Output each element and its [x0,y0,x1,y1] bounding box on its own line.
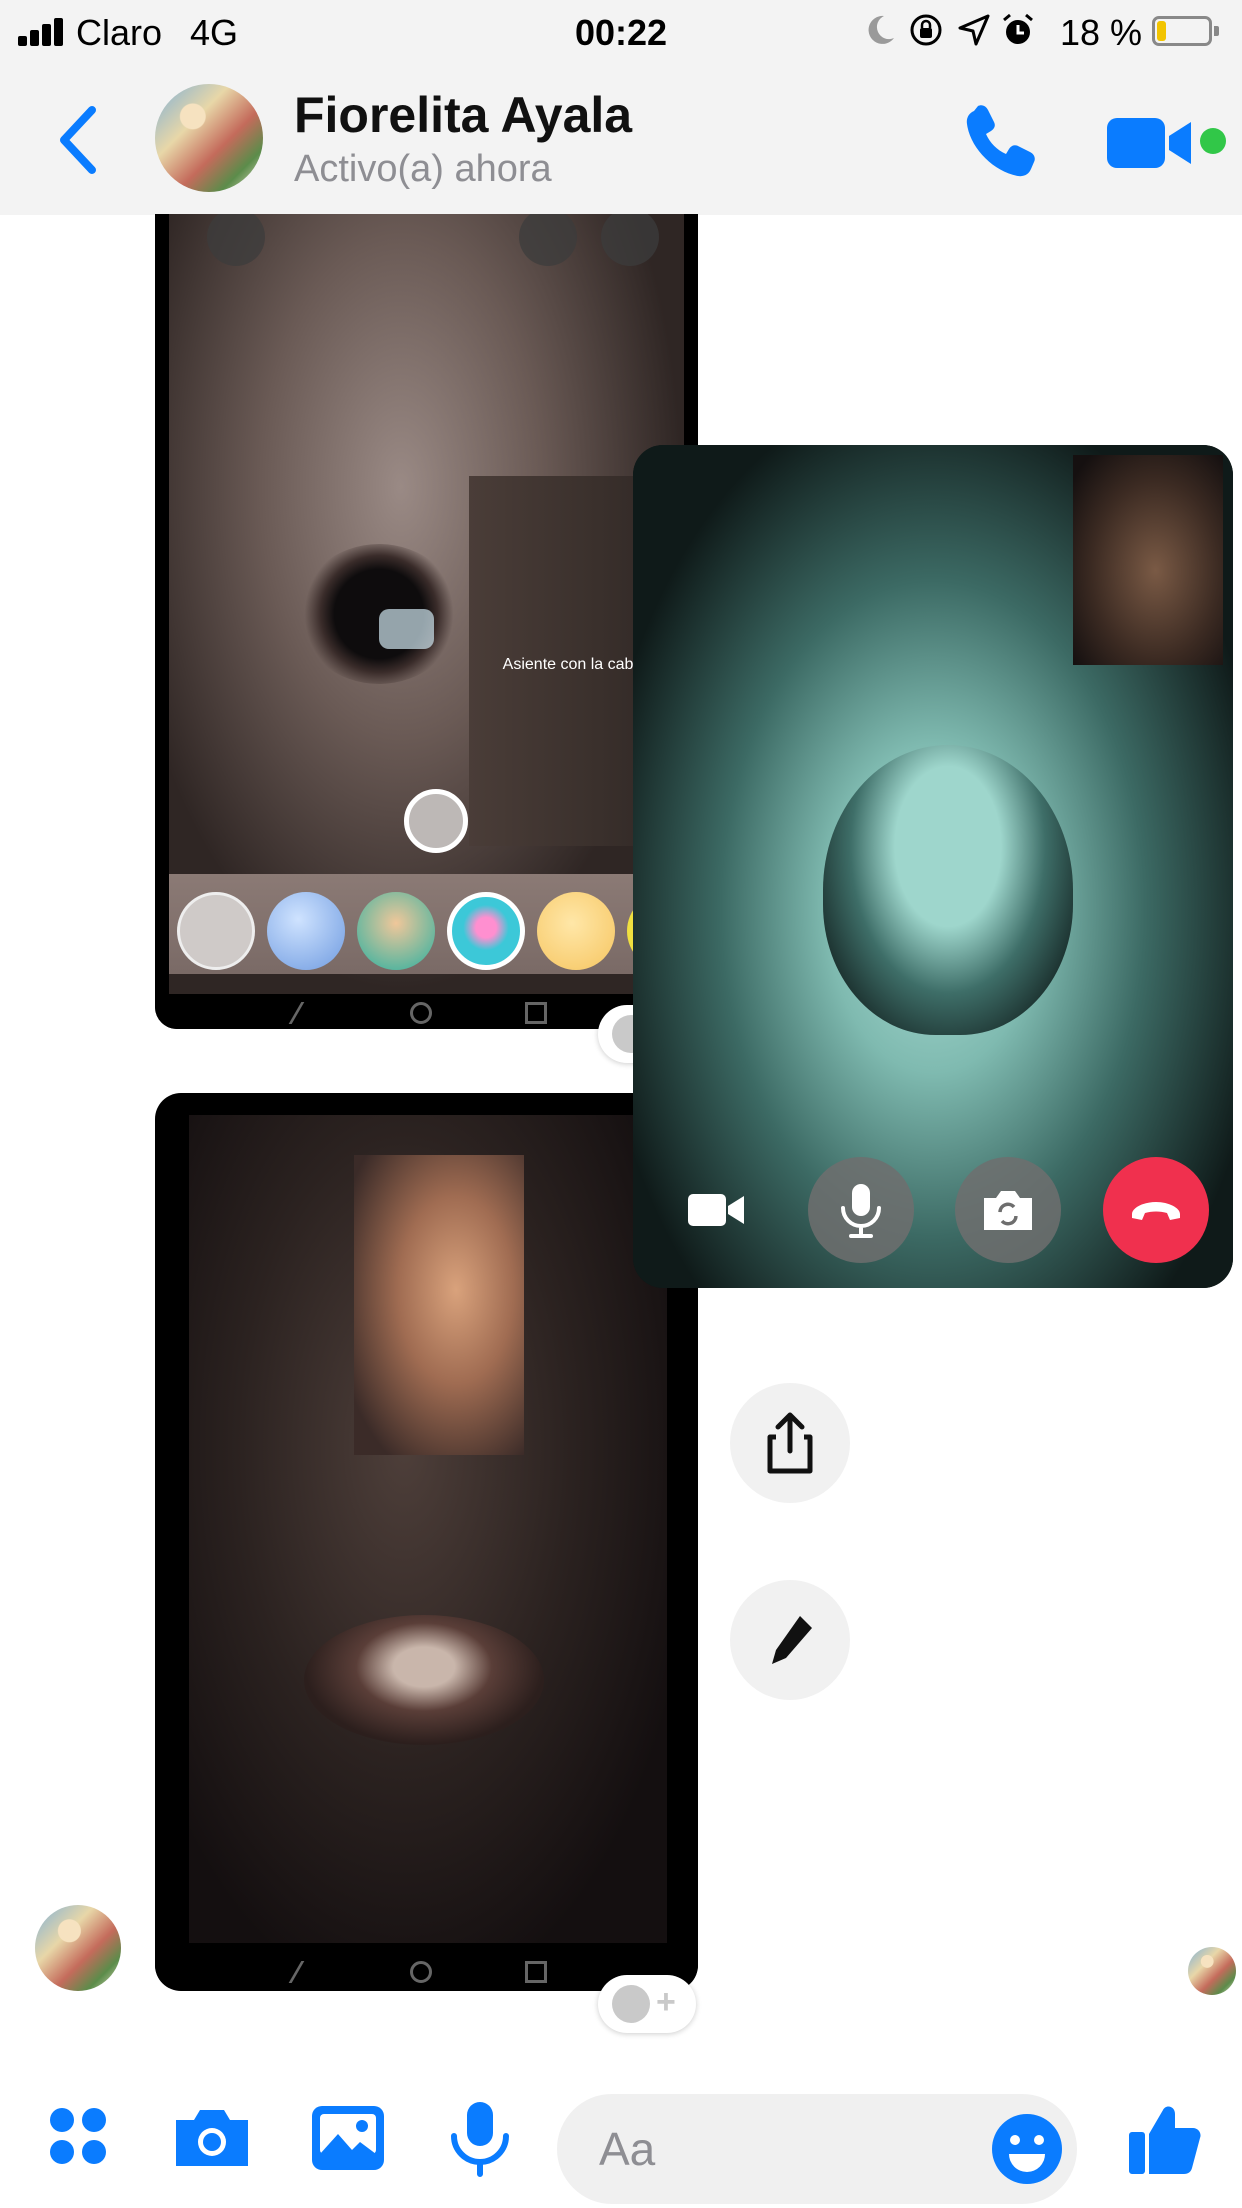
contact-avatar[interactable] [155,84,263,192]
battery-percent: 18 % [1060,12,1143,53]
toggle-video-button[interactable] [663,1157,769,1263]
none-filter-icon [177,892,255,970]
thumbs-up-icon[interactable] [1125,2098,1205,2178]
eye-highlight [379,609,434,649]
contact-name[interactable]: Fiorelita Ayala [294,86,632,144]
filter-strip [169,874,698,974]
back-chevron-icon[interactable] [50,100,110,180]
photo-icon[interactable] [308,2098,388,2178]
capture-ring-icon [404,789,468,853]
bear-glasses-filter-icon [357,892,435,970]
apps-grid-icon[interactable] [42,2098,122,2178]
microphone-icon[interactable] [440,2098,520,2178]
phone-icon[interactable] [960,100,1042,182]
pencil-icon [772,1616,812,1664]
message-composer [0,2060,1242,2208]
emoji-icon[interactable] [990,2112,1064,2186]
camera-icon[interactable] [172,2098,252,2178]
contact-status: Activo(a) ahora [294,148,552,190]
video-camera-icon [601,214,659,266]
pip-thumbnail [354,1155,524,1455]
shared-image-content: Asiente con la cabez [169,214,698,994]
end-call-icon [1132,1202,1180,1220]
smiling-mouth [304,1615,544,1745]
edit-button[interactable] [730,1580,850,1700]
switch-camera-icon [519,214,577,266]
self-view-thumbnail[interactable] [1073,455,1223,665]
remote-face [823,745,1073,1035]
switch-camera-button[interactable] [955,1157,1061,1263]
rotation-lock-icon [910,14,942,46]
switch-camera-icon [984,1191,1032,1230]
online-indicator [1200,128,1226,154]
shared-image-filters[interactable]: Asiente con la cabez [155,214,698,1029]
blue-filter-icon [267,892,345,970]
battery-icon [1152,16,1219,46]
yellow-filter-icon [537,892,615,970]
mute-button[interactable] [808,1157,914,1263]
end-call-button[interactable] [1103,1157,1209,1263]
conversation-header: Fiorelita Ayala Activo(a) ahora [0,62,1242,215]
moon-icon [868,15,894,44]
video-camera-icon[interactable] [1105,110,1195,176]
alarm-icon [1003,13,1033,44]
seen-avatar [1188,1947,1236,1995]
contact-avatar-small[interactable] [35,1905,121,1991]
share-icon [767,1412,813,1474]
microphone-icon [841,1184,881,1238]
clock: 00:22 [574,12,668,53]
hearts-filter-icon [447,892,525,970]
video-call-overlay[interactable] [633,445,1233,1288]
status-bar: Claro 4G 00:22 18 % [0,0,1242,62]
share-button[interactable] [730,1383,850,1503]
add-reaction-icon[interactable]: + [598,1975,696,2033]
chat-bubble-icon [207,214,265,266]
location-arrow-icon [958,14,990,46]
video-camera-icon [688,1194,744,1226]
